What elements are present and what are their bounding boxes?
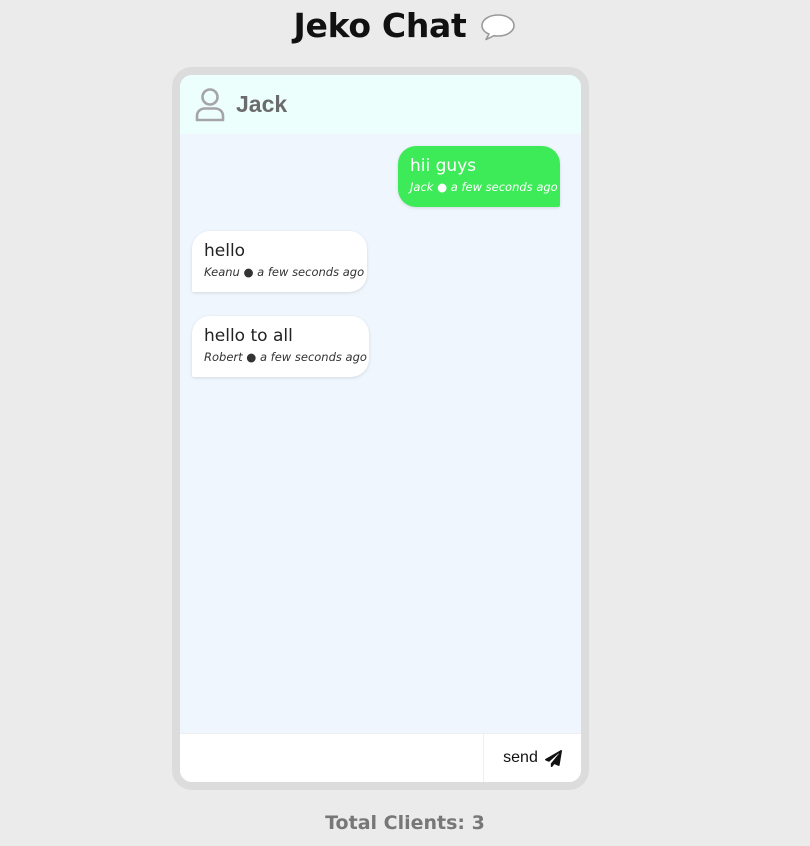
send-button-label: send xyxy=(503,749,538,766)
message-text: hello xyxy=(204,241,246,261)
app-title: Jeko Chat xyxy=(293,6,467,45)
app-header: Jeko Chat xyxy=(0,6,810,45)
message-composer: send xyxy=(180,733,581,782)
chat-user-name: Jack xyxy=(236,91,288,117)
message-text: hii guys xyxy=(410,156,477,176)
message-meta: Keanu ● a few seconds ago xyxy=(204,265,365,279)
message-bubble-other: hello Keanu ● a few seconds ago xyxy=(192,231,367,292)
message-list: hii guys Jack ● a few seconds ago hello … xyxy=(180,134,581,734)
message-bubble-other: hello to all Robert ● a few seconds ago xyxy=(192,316,369,377)
paper-plane-icon xyxy=(544,749,562,767)
user-icon xyxy=(195,87,225,121)
message-input[interactable] xyxy=(180,734,482,782)
message-meta: Robert ● a few seconds ago xyxy=(204,350,367,364)
send-button[interactable]: send xyxy=(483,734,581,782)
speech-bubble-icon xyxy=(481,13,516,40)
chat-header: Jack xyxy=(180,75,581,134)
chat-window: Jack hii guys Jack ● a few seconds ago h… xyxy=(172,67,589,790)
message-text: hello to all xyxy=(204,326,293,346)
message-meta: Jack ● a few seconds ago xyxy=(410,180,558,194)
message-bubble-own: hii guys Jack ● a few seconds ago xyxy=(398,146,560,207)
total-clients: Total Clients: 3 xyxy=(325,812,485,834)
